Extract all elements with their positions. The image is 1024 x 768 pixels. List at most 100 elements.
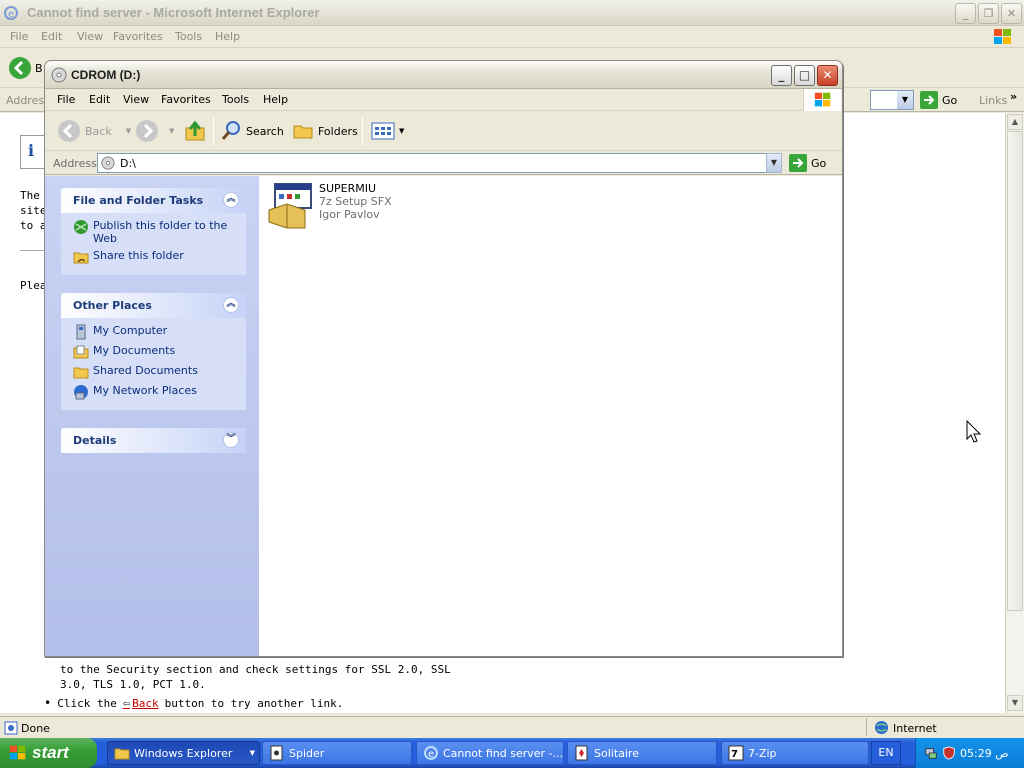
folder-icon [114,748,130,760]
back-hand-icon: ⇦ [122,696,131,710]
status-divider [866,718,867,736]
explorer-folders-button[interactable]: Folders [292,118,358,144]
group-dropdown-icon[interactable]: ▼ [250,749,255,757]
task-spider[interactable]: Spider [262,741,412,765]
ie-page-text-block: The site to a [20,188,47,233]
ie-address-field-end[interactable]: ▼ [870,90,914,110]
explorer-file-view: SUPERMIU 7z Setup SFX Igor Pavlov [259,176,842,656]
language-indicator[interactable]: EN [871,741,901,765]
details-panel: Details ︾ [61,428,246,453]
ie-text-line: The [20,189,40,202]
clock[interactable]: 05:29 ص [960,747,1009,760]
ie-vertical-scrollbar[interactable]: ▲ ▼ [1005,113,1024,713]
explorer-menu-favorites[interactable]: Favorites [161,93,211,106]
explorer-menu-file[interactable]: File [57,93,75,106]
scroll-down-icon[interactable]: ▼ [1007,695,1023,711]
other-places-title: Other Places [73,299,152,312]
task-7zip[interactable]: 7 7-Zip [721,741,869,765]
explorer-throbber [803,89,841,111]
ie-maximize-button[interactable]: ❐ [978,3,999,24]
explorer-minimize-button[interactable]: _ [771,65,792,86]
collapse-chevron-icon[interactable]: ︽ [223,297,239,313]
task-solitaire[interactable]: Solitaire [567,741,717,765]
task-label: 7-Zip [748,746,777,760]
ie-menu-view[interactable]: View [77,30,103,43]
back-dropdown-icon[interactable]: ▼ [126,127,131,135]
task-publish-web[interactable]: Publish this folder to the Web [73,219,246,245]
start-button[interactable]: start [0,738,97,768]
views-dropdown-icon[interactable]: ▼ [399,127,404,135]
place-network-places[interactable]: My Network Places [73,384,246,400]
windows-flag-icon [994,29,1011,44]
explorer-address-dropdown[interactable]: ▼ [766,153,782,173]
folder-up-icon [185,120,205,141]
ie-menu-edit[interactable]: Edit [41,30,62,43]
explorer-menu-view[interactable]: View [123,93,149,106]
details-header[interactable]: Details ︾ [61,428,246,453]
back-link[interactable]: ⇦ Back [123,696,159,710]
explorer-close-button[interactable]: ✕ [817,65,838,86]
explorer-title-bar[interactable]: CDROM (D:) _ □ ✕ [45,61,842,89]
ie-security-line: 3.0, TLS 1.0, PCT 1.0. [60,678,206,691]
ie-back-button[interactable]: B [8,56,43,80]
divider [20,250,44,251]
ie-links-label[interactable]: Links [979,94,1007,107]
ie-title-bar[interactable]: e Cannot find server - Microsoft Interne… [0,0,1024,26]
network-tray-icon[interactable] [924,746,938,760]
place-shared-documents[interactable]: Shared Documents [73,364,246,380]
task-share-folder[interactable]: Share this folder [73,249,246,265]
collapse-chevron-icon[interactable]: ︽ [223,192,239,208]
ie-address-dropdown[interactable]: ▼ [897,91,913,109]
explorer-address-bar: Address D:\ ▼ Go [45,151,842,175]
file-item[interactable]: SUPERMIU 7z Setup SFX Igor Pavlov [265,182,392,230]
explorer-address-field[interactable]: D:\ [97,153,782,173]
explorer-views-button[interactable]: ▼ [371,118,404,144]
ie-menu-help[interactable]: Help [215,30,240,43]
ie-close-button[interactable]: ✕ [1001,3,1022,24]
explorer-menu-tools[interactable]: Tools [222,93,249,106]
explorer-up-button[interactable] [183,118,207,144]
security-shield-icon[interactable] [942,746,956,760]
other-places-header[interactable]: Other Places ︽ [61,293,246,318]
folders-icon [293,125,313,139]
solitaire-icon [575,745,588,761]
explorer-maximize-button[interactable]: □ [794,65,815,86]
ie-menu-file[interactable]: File [10,30,28,43]
scroll-thumb[interactable] [1007,131,1023,611]
task-internet-explorer[interactable]: e Cannot find server -... [416,741,564,765]
explorer-back-button[interactable]: Back ▼ [57,118,131,144]
explorer-go-label: Go [811,156,827,170]
expand-chevron-icon[interactable]: ︾ [223,432,239,448]
explorer-window-title: CDROM (D:) [71,68,141,82]
file-name: SUPERMIU [319,182,377,195]
system-tray: 05:29 ص [915,738,1024,768]
ie-links-chevron-icon[interactable]: » [1010,90,1017,103]
file-item-text: SUPERMIU 7z Setup SFX Igor Pavlov [319,182,392,230]
place-my-documents-label: My Documents [93,344,176,357]
task-windows-explorer[interactable]: Windows Explorer ▼ [107,741,260,765]
task-label: Spider [289,746,325,760]
place-my-computer[interactable]: My Computer [73,324,246,340]
bullet: • [44,696,52,710]
file-folder-tasks-header[interactable]: File and Folder Tasks ︽ [61,188,246,213]
explorer-folders-label: Folders [318,124,358,138]
scroll-up-icon[interactable]: ▲ [1007,114,1023,130]
explorer-menu-edit[interactable]: Edit [89,93,110,106]
place-my-documents[interactable]: My Documents [73,344,246,360]
svg-text:e: e [8,9,14,20]
ie-menu-tools[interactable]: Tools [175,30,202,43]
ie-text-line: Plea [20,279,47,292]
ie-go-button[interactable]: Go [920,91,957,109]
ie-minimize-button[interactable]: _ [955,3,976,24]
explorer-forward-button[interactable]: ▼ [135,118,174,144]
explorer-menu-help[interactable]: Help [263,93,288,106]
explorer-search-button[interactable]: Search [220,118,284,144]
explorer-back-label: Back [85,124,112,138]
back-arrow-icon [9,57,31,79]
forward-dropdown-icon[interactable]: ▼ [169,127,174,135]
svg-text:7: 7 [731,749,738,760]
file-type: 7z Setup SFX [319,195,392,208]
explorer-menubar: File Edit View Favorites Tools Help [45,89,842,111]
ie-menu-favorites[interactable]: Favorites [113,30,163,43]
explorer-go-button[interactable]: Go [789,154,826,172]
